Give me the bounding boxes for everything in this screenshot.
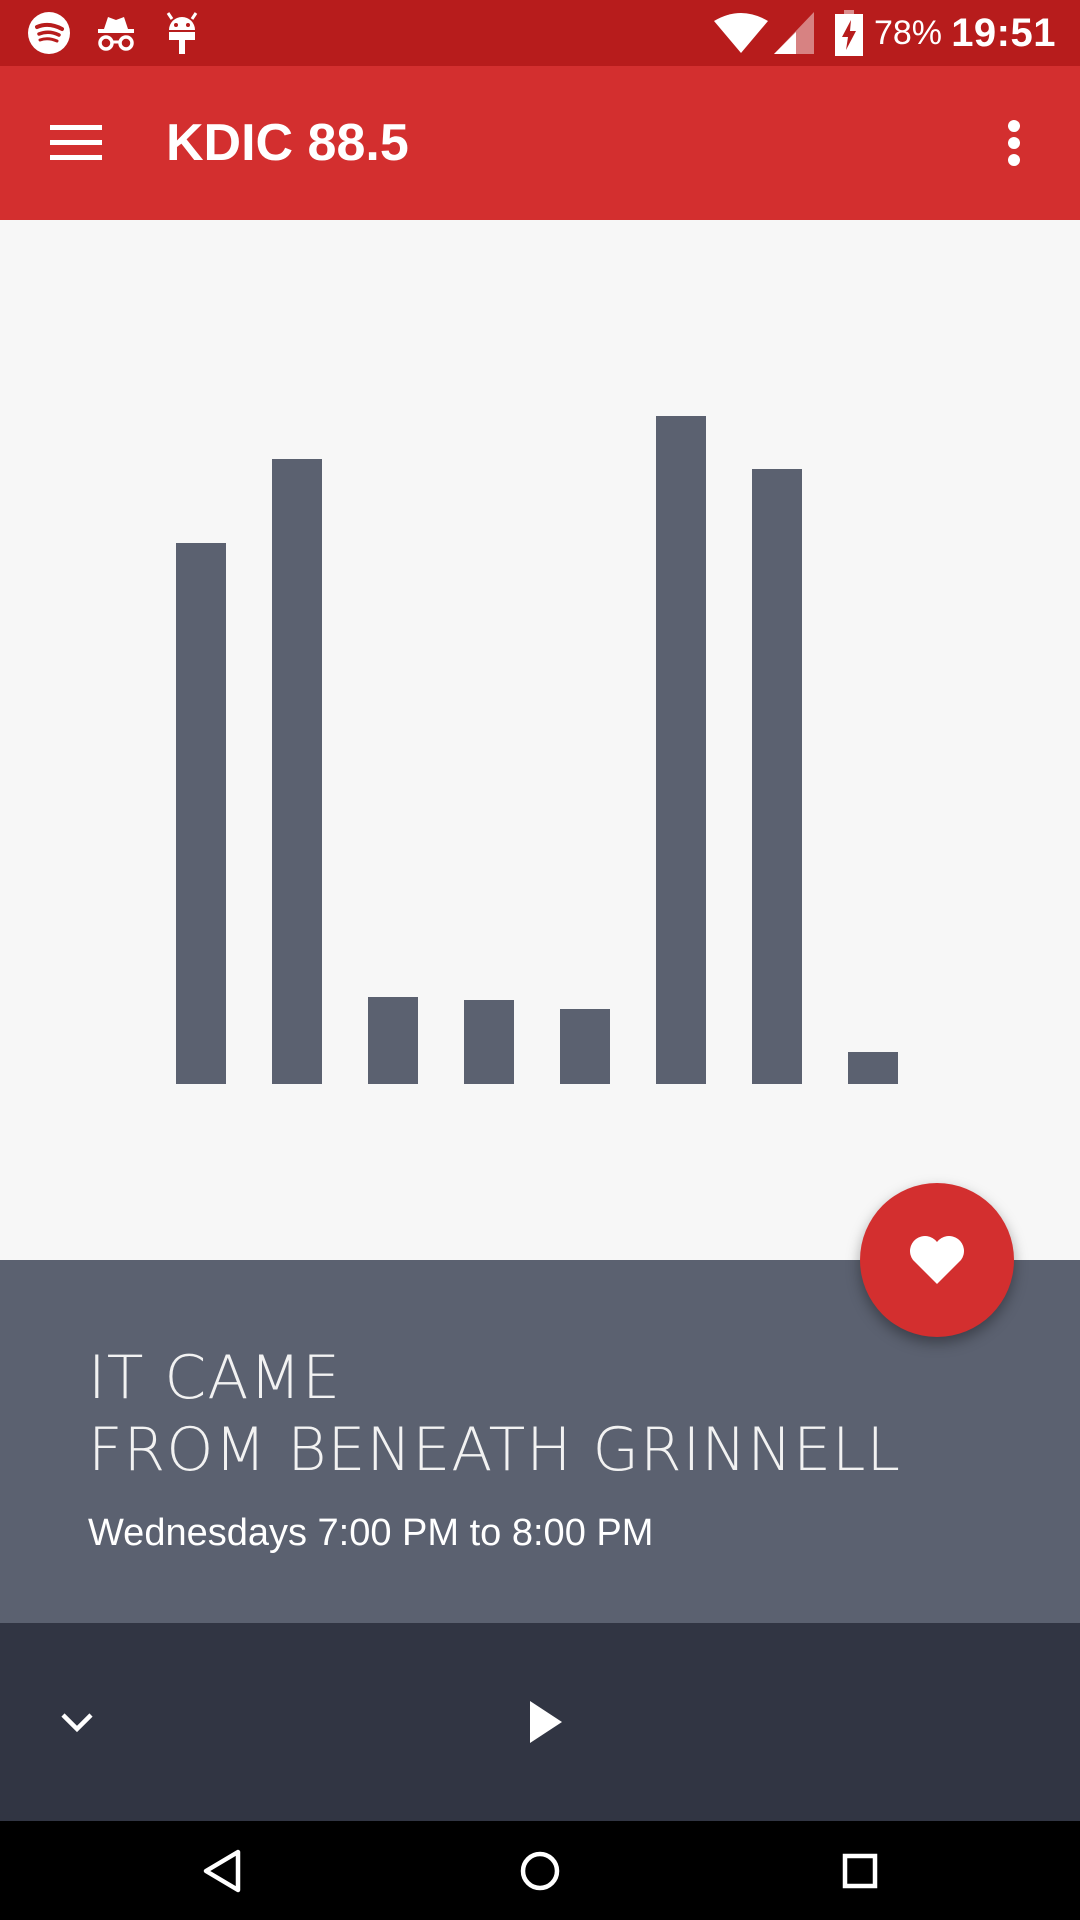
chevron-down-icon[interactable] [46, 1693, 108, 1751]
heart-icon [910, 1236, 964, 1284]
visualizer-bar [752, 469, 802, 1084]
visualizer-bar [560, 1009, 610, 1084]
show-title-line-1: IT CAME [88, 1343, 342, 1413]
home-icon[interactable] [508, 1839, 572, 1903]
system-nav-bar [0, 1821, 1080, 1920]
play-icon [530, 1701, 562, 1743]
battery-percent: 78% [873, 14, 942, 52]
android-debug-icon [164, 0, 200, 66]
favorite-button[interactable] [860, 1183, 1014, 1337]
visualizer-bar [464, 1000, 514, 1084]
spotify-icon [26, 0, 72, 66]
status-bar: 78% 19:51 [0, 0, 1080, 66]
recents-icon[interactable] [828, 1839, 892, 1903]
show-title: IT CAME FROM BENEATH GRINNELL [88, 1342, 901, 1486]
incognito-icon [94, 0, 138, 66]
clock: 19:51 [951, 11, 1056, 55]
visualizer-bar [368, 997, 418, 1084]
visualizer-bar [176, 543, 226, 1084]
app-bar: KDIC 88.5 [0, 66, 1080, 220]
visualizer-bar [272, 459, 322, 1084]
visualizer-bar [848, 1052, 898, 1084]
cell-signal-icon [774, 0, 814, 66]
hamburger-menu-icon[interactable] [40, 113, 112, 173]
app-title: KDIC 88.5 [166, 114, 409, 172]
visualizer-bar [656, 416, 706, 1084]
battery-charging-icon [835, 0, 863, 66]
player-controls [0, 1623, 1080, 1821]
wifi-icon [714, 0, 768, 66]
audio-visualizer [0, 220, 1080, 1260]
back-icon[interactable] [190, 1839, 254, 1903]
show-title-line-2: FROM BENEATH GRINNELL [88, 1415, 901, 1485]
more-vert-icon[interactable] [990, 113, 1038, 173]
show-schedule: Wednesdays 7:00 PM to 8:00 PM [88, 1512, 654, 1554]
play-button[interactable] [510, 1687, 580, 1757]
